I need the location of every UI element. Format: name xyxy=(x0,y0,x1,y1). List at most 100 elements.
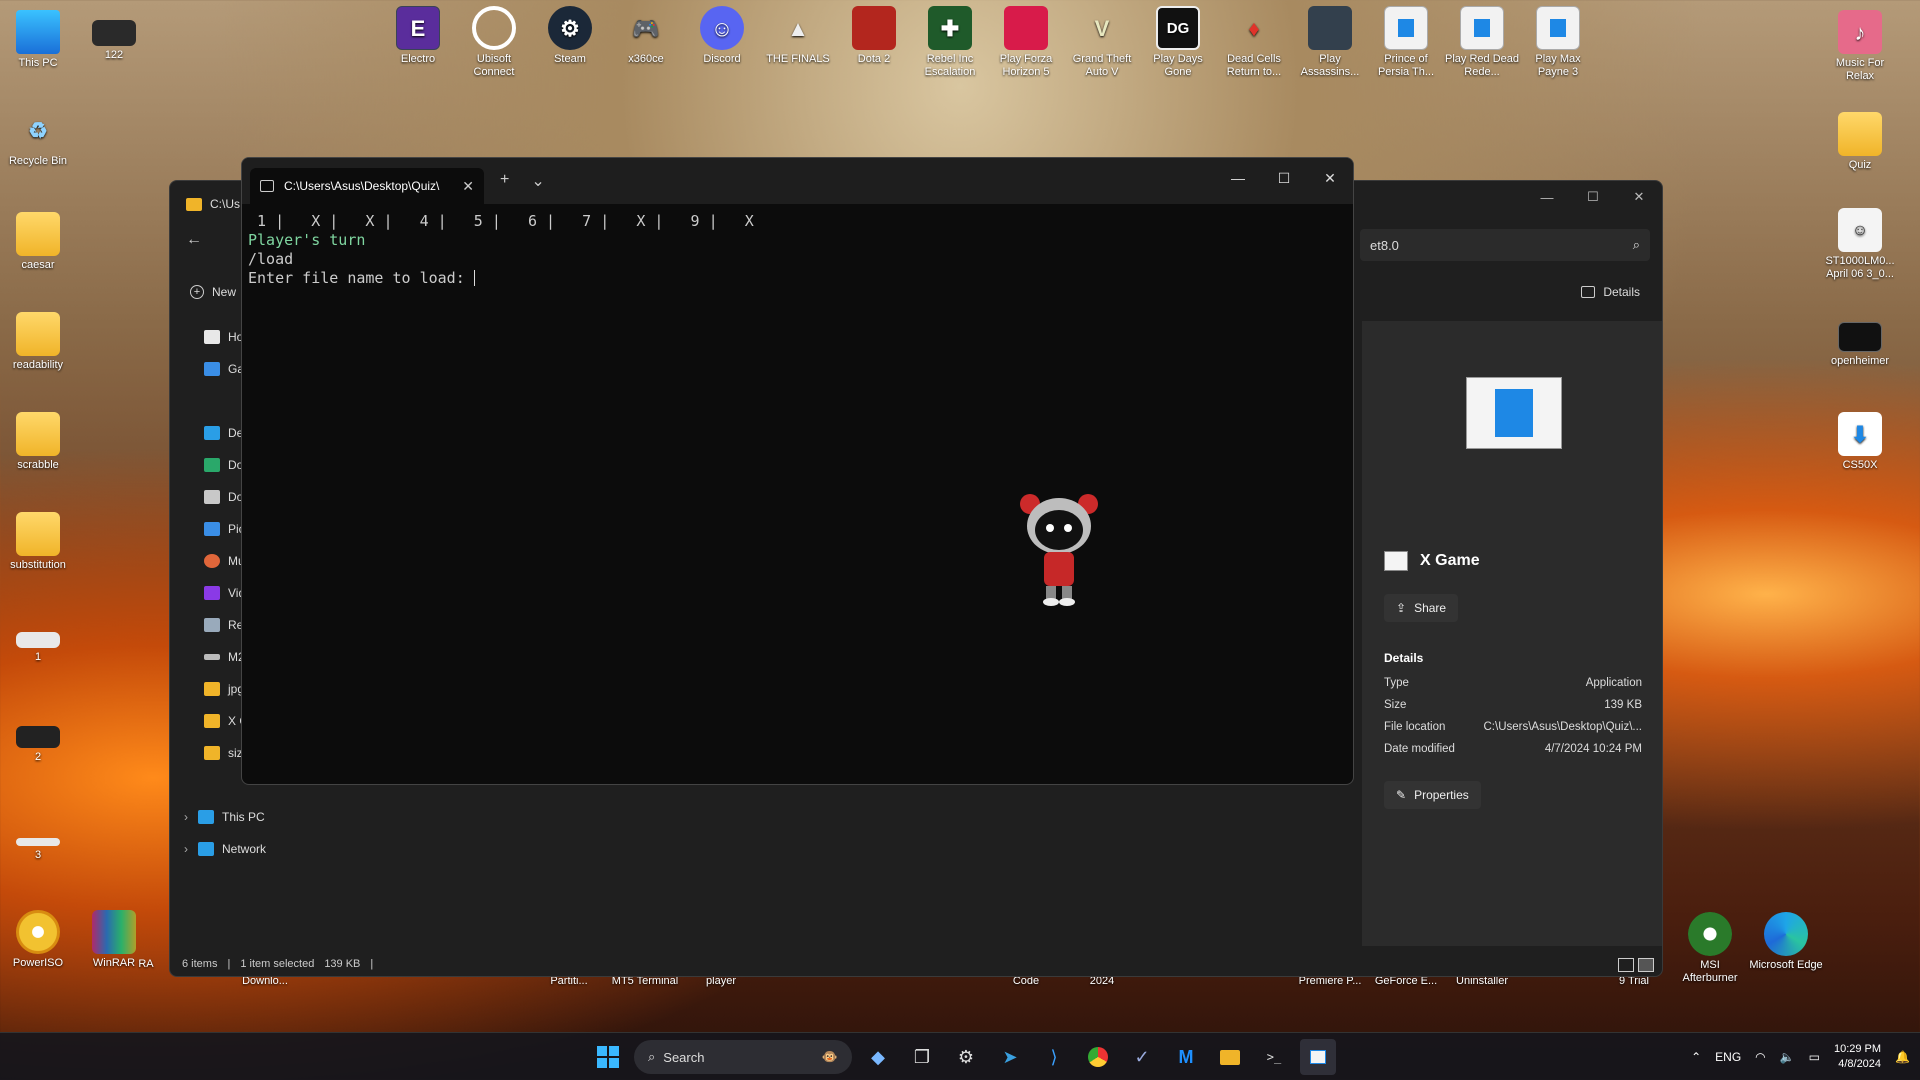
desktop-icon-max-payne[interactable]: Play Max Payne 3 xyxy=(1520,6,1596,79)
close-button[interactable]: ✕ xyxy=(1307,158,1353,198)
search-icon[interactable]: ⌕ xyxy=(1633,237,1640,253)
shortcut-doc-icon xyxy=(1460,6,1504,50)
telegram-button[interactable]: ➤ xyxy=(992,1039,1028,1075)
application-icon xyxy=(1310,1050,1326,1064)
desktop-icon-cs50x[interactable]: ⬇ CS50X xyxy=(1822,412,1898,472)
taskbar: ⌕ Search 🐵 ◆ ❐ ⚙ ➤ ⟩ ✓ M >_ ⌃ ENG ◠ 🔈 ▭ … xyxy=(0,1032,1920,1080)
search-placeholder: Search xyxy=(663,1049,705,1065)
minimize-button[interactable]: — xyxy=(1215,158,1261,198)
desktop-icon-3[interactable]: 3 xyxy=(0,838,76,862)
settings-button[interactable]: ⚙ xyxy=(948,1039,984,1075)
desktop-icon-music-for-relax[interactable]: ♪ Music For Relax xyxy=(1822,10,1898,83)
image-thumbnail-icon xyxy=(92,20,136,46)
close-button[interactable]: ✕ xyxy=(1616,181,1662,213)
viber-button[interactable]: ✓ xyxy=(1124,1039,1160,1075)
desktop-icon-quiz[interactable]: Quiz xyxy=(1822,112,1898,172)
notification-bell-icon[interactable]: 🔔 xyxy=(1895,1050,1910,1064)
terminal-taskbar-button[interactable]: >_ xyxy=(1256,1039,1292,1075)
desktop-icon-substitution[interactable]: substitution xyxy=(0,512,76,572)
folder-icon xyxy=(204,682,220,696)
share-button[interactable]: ⇪ Share xyxy=(1384,594,1459,622)
desktop-icon-forza[interactable]: Play Forza Horizon 5 xyxy=(988,6,1064,79)
wifi-icon[interactable]: ◠ xyxy=(1755,1050,1765,1064)
desktop-icon-readability[interactable]: readability xyxy=(0,312,76,372)
mascot-character[interactable] xyxy=(1016,490,1102,610)
desktop-icon-steam[interactable]: ⚙ Steam xyxy=(532,6,608,66)
maximize-button[interactable]: ☐ xyxy=(1261,158,1307,198)
desktop-icon-poweriso[interactable]: PowerISO xyxy=(0,910,76,970)
desktop-icon-msi-afterburner[interactable]: MSI Afterburner xyxy=(1672,912,1748,985)
folder-icon xyxy=(16,412,60,456)
desktop-icon-1[interactable]: 1 xyxy=(0,632,76,664)
desktop-icon-recycle-bin[interactable]: ♻ Recycle Bin xyxy=(0,108,76,168)
desktop-icon-the-finals[interactable]: ▲ THE FINALS xyxy=(760,6,836,66)
back-button[interactable]: ← xyxy=(186,231,202,249)
desktop-icon-caesar[interactable]: caesar xyxy=(0,212,76,272)
battery-icon[interactable]: ▭ xyxy=(1809,1050,1820,1064)
desktop-icon-st1000[interactable]: ☺ ST1000LM0... April 06 3_0... xyxy=(1822,208,1898,281)
terminal-window[interactable]: C:\Users\Asus\Desktop\Quiz\ ✕ + ⌄ — ☐ ✕ … xyxy=(241,157,1354,785)
desktop-icon-dead-cells[interactable]: ♦ Dead Cells Return to... xyxy=(1216,6,1292,79)
language-indicator[interactable]: ENG xyxy=(1715,1050,1741,1064)
desktop-icon-discord[interactable]: ☺ Discord xyxy=(684,6,760,66)
search-input[interactable]: et8.0 xyxy=(1370,238,1399,253)
desktop-icon-this-pc[interactable]: This PC xyxy=(0,10,76,70)
taskbar-search[interactable]: ⌕ Search 🐵 xyxy=(634,1040,852,1074)
close-tab-icon[interactable]: ✕ xyxy=(462,178,474,195)
desktop-icon-electro[interactable]: E Electro xyxy=(380,6,456,66)
explorer-search-box[interactable]: et8.0 ⌕ xyxy=(1360,229,1650,261)
tiles-view-icon[interactable] xyxy=(1638,958,1654,972)
copilot-button[interactable]: ◆ xyxy=(860,1039,896,1075)
terminal-output[interactable]: 1 | X | X | 4 | 5 | 6 | 7 | X | 9 | X Pla… xyxy=(242,204,1353,296)
nav-item-network[interactable]: › Network xyxy=(170,833,330,865)
terminal-tab[interactable]: C:\Users\Asus\Desktop\Quiz\ ✕ xyxy=(250,168,484,204)
start-button[interactable] xyxy=(590,1039,626,1075)
terminal-titlebar[interactable]: C:\Users\Asus\Desktop\Quiz\ ✕ + ⌄ — ☐ ✕ xyxy=(242,158,1353,204)
desktop-icon-edge[interactable]: Microsoft Edge xyxy=(1748,912,1824,972)
desktop-icon-rebel-inc[interactable]: ✚ Rebel Inc Escalation xyxy=(912,6,988,79)
task-view-button[interactable]: ❐ xyxy=(904,1039,940,1075)
desktop-icon-label: Prince of Persia Th... xyxy=(1377,53,1435,78)
separator: | xyxy=(227,958,231,970)
maximize-button[interactable]: ☐ xyxy=(1570,181,1616,213)
desktop-icon-openheimer[interactable]: openheimer xyxy=(1822,322,1898,368)
x-game-taskbar-button[interactable] xyxy=(1300,1039,1336,1075)
details-toggle-button[interactable]: Details xyxy=(1581,285,1640,299)
desktop-icon-gta5[interactable]: V Grand Theft Auto V xyxy=(1064,6,1140,79)
nav-item-label: This PC xyxy=(222,810,265,824)
volume-icon[interactable]: 🔈 xyxy=(1780,1050,1795,1064)
desktop-icon-scrabble[interactable]: scrabble xyxy=(0,412,76,472)
rebel-inc-icon: ✚ xyxy=(928,6,972,50)
new-tab-button[interactable]: + xyxy=(500,171,509,191)
tab-dropdown-button[interactable]: ⌄ xyxy=(531,171,544,191)
desktop-icon-122[interactable]: 122 xyxy=(76,20,152,62)
assassins-icon xyxy=(1308,6,1352,50)
chevron-up-icon[interactable]: ⌃ xyxy=(1691,1050,1701,1064)
details-view-icon[interactable] xyxy=(1618,958,1634,972)
gamepad-icon: 🎮 xyxy=(632,15,660,41)
chrome-button[interactable] xyxy=(1080,1039,1116,1075)
desktop-icon-x360ce[interactable]: 🎮 x360ce xyxy=(608,6,684,66)
nav-item-this-pc[interactable]: › This PC xyxy=(170,801,330,833)
desktop-icon-dota2[interactable]: Dota 2 xyxy=(836,6,912,66)
desktop-icon-ubisoft[interactable]: Ubisoft Connect xyxy=(456,6,532,79)
desktop-icon-red-dead[interactable]: Play Red Dead Rede... xyxy=(1444,6,1520,79)
terminal-icon xyxy=(260,180,274,192)
app-m-button[interactable]: M xyxy=(1168,1039,1204,1075)
desktop-icon-prince-of-persia[interactable]: Prince of Persia Th... xyxy=(1368,6,1444,79)
view-toggle[interactable] xyxy=(1618,958,1654,972)
desktop-icon-assassins[interactable]: Play Assassins... xyxy=(1292,6,1368,79)
properties-button[interactable]: ✎ Properties xyxy=(1384,781,1481,809)
clock[interactable]: 10:29 PM 4/8/2024 xyxy=(1834,1042,1881,1072)
file-name: X Game xyxy=(1420,552,1480,569)
minimize-button[interactable]: — xyxy=(1524,181,1570,213)
desktop-icon-days-gone[interactable]: DG Play Days Gone xyxy=(1140,6,1216,79)
new-button[interactable]: + New xyxy=(190,285,236,299)
prompt-line[interactable]: Enter file name to load: xyxy=(248,269,1347,288)
desktop-icon-label: This PC xyxy=(18,57,58,69)
desktop-icon-2[interactable]: 2 xyxy=(0,726,76,764)
desktop-icon-label: PowerISO xyxy=(12,957,64,969)
file-explorer-button[interactable] xyxy=(1212,1039,1248,1075)
vscode-button[interactable]: ⟩ xyxy=(1036,1039,1072,1075)
command-line: /load xyxy=(248,250,294,268)
